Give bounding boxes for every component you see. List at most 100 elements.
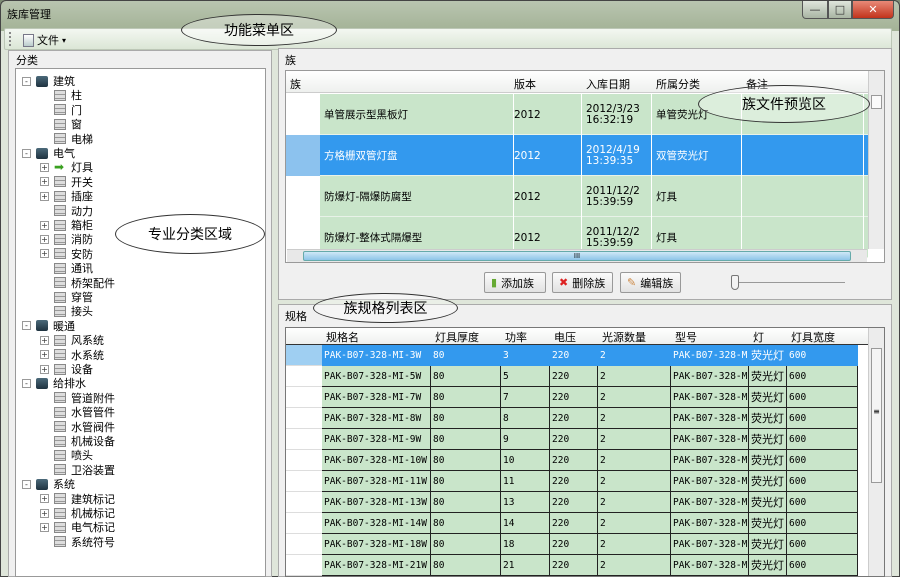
- tree-item[interactable]: + 箱柜: [40, 218, 93, 232]
- spec-row[interactable]: PAK-B07-328-MI-7W 80 7 220 2 PAK-B07-328-MI 荧光…: [286, 387, 868, 408]
- row-header[interactable]: [286, 450, 322, 471]
- row-header[interactable]: [286, 555, 322, 576]
- file-menu-button[interactable]: 文件 ▾: [23, 32, 66, 48]
- spec-row[interactable]: PAK-B07-328-MI-14W 80 14 220 2 PAK-B07-328-MI…: [286, 513, 868, 534]
- tree-item[interactable]: 门: [40, 103, 82, 117]
- column-header[interactable]: 族: [290, 76, 301, 92]
- collapse-icon[interactable]: -: [22, 378, 31, 388]
- tree-item[interactable]: + 插座: [40, 189, 93, 203]
- zoom-slider-thumb[interactable]: [731, 275, 739, 290]
- tree-item[interactable]: - 暖通: [22, 319, 75, 333]
- expand-icon[interactable]: +: [40, 494, 49, 504]
- row-header[interactable]: [286, 471, 322, 492]
- family-vertical-scrollbar[interactable]: [868, 71, 884, 249]
- tree-item[interactable]: + 消防: [40, 232, 93, 246]
- tree-item[interactable]: 穿管: [40, 290, 93, 304]
- column-header[interactable]: 灯具宽度: [791, 329, 835, 345]
- spec-vertical-scrollbar[interactable]: ≡: [868, 328, 884, 576]
- column-header[interactable]: 灯: [753, 329, 764, 345]
- tree-item[interactable]: + 设备: [40, 362, 93, 376]
- tree-item[interactable]: 通讯: [40, 261, 93, 275]
- tree-item[interactable]: 系统符号: [40, 535, 115, 549]
- expand-icon[interactable]: +: [40, 249, 49, 259]
- spec-row[interactable]: PAK-B07-328-MI-3W 80 3 220 2 PAK-B07-328-MI 荧光…: [286, 345, 868, 366]
- column-header[interactable]: 型号: [675, 329, 697, 345]
- row-header[interactable]: [286, 345, 322, 366]
- tree-item[interactable]: + 风系统: [40, 333, 104, 347]
- row-header[interactable]: [286, 534, 322, 555]
- tree-item[interactable]: 卫浴装置: [40, 463, 115, 477]
- spec-row[interactable]: PAK-B07-328-MI-9W 80 9 220 2 PAK-B07-328-MI 荧光…: [286, 429, 868, 450]
- expand-icon[interactable]: +: [40, 220, 49, 230]
- family-row[interactable]: 防爆灯-隔爆防腐型 2012 2011/12/2 15:39:59 灯具: [286, 176, 868, 217]
- spec-row[interactable]: PAK-B07-328-MI-5W 80 5 220 2 PAK-B07-328-MI 荧光…: [286, 366, 868, 387]
- family-row[interactable]: 方格栅双管灯盘 2012 2012/4/19 13:39:35 双管荧光灯: [286, 135, 868, 176]
- spec-row[interactable]: PAK-B07-328-MI-13W 80 13 220 2 PAK-B07-328-MI…: [286, 492, 868, 513]
- column-header[interactable]: 光源数量: [602, 329, 646, 345]
- tree-item[interactable]: + 水系统: [40, 348, 104, 362]
- row-header[interactable]: [286, 408, 322, 429]
- spec-grid[interactable]: 规格名 灯具厚度 功率 电压 光源数量 型号 灯 灯具宽度 ≡ PAK-B07-328-MI-…: [285, 327, 885, 577]
- column-header[interactable]: 灯具厚度: [435, 329, 479, 345]
- spec-row[interactable]: PAK-B07-328-MI-11W 80 11 220 2 PAK-B07-328-MI…: [286, 471, 868, 492]
- tree-item[interactable]: 喷头: [40, 448, 93, 462]
- tree-item[interactable]: + 安防: [40, 247, 93, 261]
- expand-icon[interactable]: +: [40, 364, 49, 374]
- tree-item[interactable]: 窗: [40, 117, 82, 131]
- collapse-icon[interactable]: -: [22, 321, 31, 331]
- spec-row[interactable]: PAK-B07-328-MI-10W 80 10 220 2 PAK-B07-328-MI…: [286, 450, 868, 471]
- spec-row[interactable]: PAK-B07-328-MI-21W 80 21 220 2 PAK-B07-328-MI…: [286, 555, 868, 576]
- tree-item[interactable]: 水管管件: [40, 405, 115, 419]
- close-button[interactable]: ✕: [852, 1, 894, 19]
- tree-item[interactable]: 接头: [40, 304, 93, 318]
- tree-item[interactable]: - 给排水: [22, 376, 86, 390]
- spec-row[interactable]: PAK-B07-328-MI-18W 80 18 220 2 PAK-B07-328-MI…: [286, 534, 868, 555]
- collapse-icon[interactable]: -: [22, 479, 31, 489]
- row-header[interactable]: [286, 513, 322, 534]
- maximize-button[interactable]: □: [828, 1, 852, 19]
- tree-item[interactable]: 电梯: [40, 132, 93, 146]
- column-header[interactable]: 所属分类: [656, 76, 700, 92]
- tree-item[interactable]: + 机械标记: [40, 506, 115, 520]
- tree-item[interactable]: 水管阀件: [40, 420, 115, 434]
- row-header[interactable]: [286, 366, 322, 387]
- scroll-thumb[interactable]: ≡: [871, 348, 882, 483]
- column-header[interactable]: 规格名: [326, 329, 359, 345]
- toolbar-grip[interactable]: [9, 32, 11, 46]
- tree-item[interactable]: - 电气: [22, 146, 75, 160]
- row-header[interactable]: [286, 387, 322, 408]
- expand-icon[interactable]: +: [40, 508, 49, 518]
- family-horizontal-scrollbar[interactable]: III: [287, 249, 867, 262]
- row-header[interactable]: [286, 492, 322, 513]
- tree-item[interactable]: + 开关: [40, 175, 93, 189]
- zoom-slider-track[interactable]: [735, 282, 845, 283]
- category-tree[interactable]: - 建筑柱门窗电梯 - 电气 + ➡ 灯具 + 开关 + 插座 动力 + 箱柜 + 消防 + 安防 通讯 桥架配件 穿管…: [15, 68, 266, 577]
- hscroll-thumb[interactable]: III: [303, 251, 851, 261]
- edit-family-button[interactable]: ✎ 编辑族: [620, 272, 681, 293]
- collapse-icon[interactable]: -: [22, 76, 31, 86]
- tree-item[interactable]: 柱: [40, 88, 82, 102]
- scroll-thumb[interactable]: [871, 95, 882, 109]
- tree-item[interactable]: + ➡ 灯具: [40, 160, 93, 174]
- tree-item[interactable]: 桥架配件: [40, 276, 115, 290]
- minimize-button[interactable]: —: [802, 1, 828, 19]
- column-header[interactable]: 电压: [554, 329, 576, 345]
- row-header[interactable]: [286, 429, 322, 450]
- spec-row[interactable]: PAK-B07-328-MI-8W 80 8 220 2 PAK-B07-328-MI 荧光…: [286, 408, 868, 429]
- tree-item[interactable]: 管道附件: [40, 391, 115, 405]
- tree-item[interactable]: - 系统: [22, 477, 75, 491]
- tree-item[interactable]: + 建筑标记: [40, 492, 115, 506]
- expand-icon[interactable]: +: [40, 350, 49, 360]
- delete-family-button[interactable]: ✖ 删除族: [552, 272, 613, 293]
- collapse-icon[interactable]: -: [22, 148, 31, 158]
- column-header[interactable]: 入库日期: [586, 76, 630, 92]
- tree-item[interactable]: + 电气标记: [40, 520, 115, 534]
- tree-item[interactable]: 机械设备: [40, 434, 115, 448]
- expand-icon[interactable]: +: [40, 162, 49, 172]
- expand-icon[interactable]: +: [40, 234, 49, 244]
- expand-icon[interactable]: +: [40, 177, 49, 187]
- expand-icon[interactable]: +: [40, 191, 49, 201]
- column-header[interactable]: 功率: [505, 329, 527, 345]
- tree-item[interactable]: - 建筑: [22, 74, 75, 88]
- tree-item[interactable]: 动力: [40, 204, 93, 218]
